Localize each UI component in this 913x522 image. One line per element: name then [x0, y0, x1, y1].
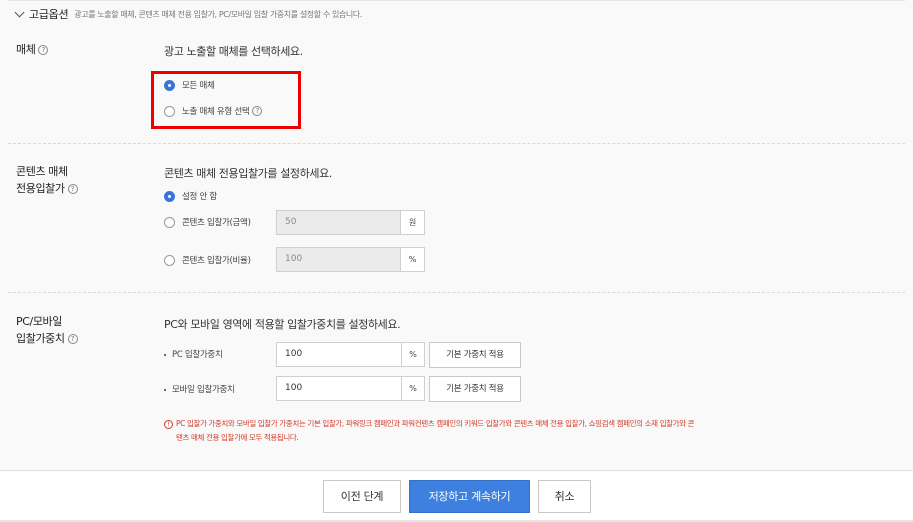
media-label: 매체?	[16, 41, 49, 59]
content-bid-ratio-unit: %	[400, 247, 425, 272]
top-divider	[8, 0, 905, 1]
advanced-options-description: 광고를 노출할 매체, 콘텐츠 매체 전용 입찰가, PC/모바일 입찰 가중치…	[74, 9, 362, 19]
advanced-options-title: 고급옵션	[29, 8, 69, 21]
bid-weight-description: PC와 모바일 영역에 적용할 입찰가중치를 설정하세요.	[164, 318, 401, 331]
mobile-default-weight-button[interactable]: 기본 가중치 적용	[429, 376, 521, 402]
section-divider	[8, 292, 905, 293]
radio-button[interactable]	[164, 254, 175, 266]
bid-weight-label-line2: 입찰가중치?	[16, 330, 78, 348]
prev-step-button[interactable]: 이전 단계	[323, 480, 401, 513]
pc-weight-label: PC 입찰가중치	[164, 348, 223, 360]
content-bid-label-line1: 콘텐츠 매체	[16, 165, 68, 178]
content-bid-amount-unit: 원	[400, 210, 425, 235]
radio-button[interactable]	[164, 216, 175, 228]
content-bid-description: 콘텐츠 매체 전용입찰가를 설정하세요.	[164, 167, 332, 180]
warning-icon: !	[164, 419, 173, 429]
radio-button-selected[interactable]	[164, 190, 175, 202]
content-bid-amount-input[interactable]: 50	[276, 210, 401, 235]
advanced-options-panel: 고급옵션 광고를 노출할 매체, 콘텐츠 매체 전용 입찰가, PC/모바일 입…	[0, 0, 913, 470]
content-bid-label-line2: 전용입찰가?	[16, 180, 78, 198]
bid-weight-label-line1: PC/모바일	[16, 315, 62, 328]
cancel-button[interactable]: 취소	[538, 480, 591, 513]
media-description: 광고 노출할 매체를 선택하세요.	[164, 45, 303, 58]
pc-weight-unit: %	[401, 342, 425, 367]
highlight-box	[151, 71, 301, 129]
mobile-weight-label: 모바일 입찰가중치	[164, 383, 235, 395]
pc-default-weight-button[interactable]: 기본 가중치 적용	[429, 342, 521, 368]
content-bid-ratio-input[interactable]: 100	[276, 247, 401, 272]
mobile-weight-unit: %	[401, 376, 425, 401]
pc-weight-input[interactable]: 100	[276, 342, 402, 367]
help-icon[interactable]: ?	[67, 334, 78, 344]
section-divider	[8, 143, 905, 144]
radio-label: 설정 안 함	[182, 192, 217, 202]
radio-content-bid-ratio[interactable]: 콘텐츠 입찰가(비율)	[164, 253, 251, 267]
advanced-options-toggle[interactable]: 고급옵션 광고를 노출할 매체, 콘텐츠 매체 전용 입찰가, PC/모바일 입…	[14, 7, 362, 21]
chevron-down-icon	[14, 7, 25, 17]
footer-divider	[0, 470, 913, 471]
mobile-weight-input[interactable]: 100	[276, 376, 402, 401]
bid-weight-notice: ! PC 입찰가 가중치와 모바일 입찰가 가중치는 기본 입찰가, 파워링크 캠…	[164, 417, 904, 445]
radio-label: 콘텐츠 입찰가(금액)	[182, 218, 251, 228]
help-icon[interactable]: ?	[67, 184, 78, 194]
help-icon[interactable]: ?	[38, 45, 49, 55]
radio-content-bid-amount[interactable]: 콘텐츠 입찰가(금액)	[164, 215, 251, 229]
save-continue-button[interactable]: 저장하고 계속하기	[409, 480, 530, 513]
radio-label: 콘텐츠 입찰가(비율)	[182, 256, 251, 266]
radio-no-setting[interactable]: 설정 안 함	[164, 189, 217, 203]
